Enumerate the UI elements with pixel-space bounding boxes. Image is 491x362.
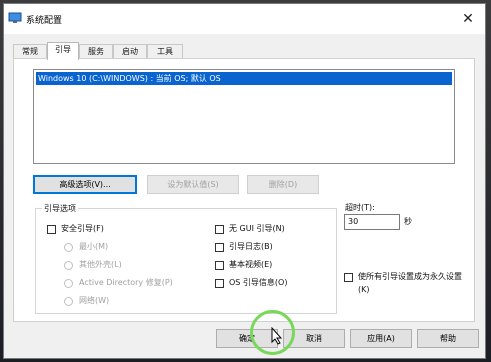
timeout-input[interactable]: 30 <box>344 214 400 230</box>
os-boot-info-checkbox[interactable] <box>215 279 224 288</box>
tab-tools[interactable]: 工具 <box>147 44 183 59</box>
set-default-button[interactable]: 设为默认值(S) <box>147 175 239 194</box>
make-permanent-checkbox[interactable] <box>344 273 353 282</box>
os-boot-info-label: OS 引导信息(O) <box>229 278 288 287</box>
system-configuration-window: 系统配置 ✕ 常规 引导 服务 启动 工具 Windows 10 (C:\WIN… <box>3 3 486 359</box>
network-radio[interactable] <box>64 297 73 306</box>
help-button[interactable]: 帮助 <box>417 329 479 348</box>
boot-log-checkbox[interactable] <box>215 243 224 252</box>
close-icon: ✕ <box>462 11 474 27</box>
boot-panel: Windows 10 (C:\WINDOWS) : 当前 OS; 默认 OS 高… <box>13 58 475 322</box>
boot-options-group: 引导选项 安全引导(F) 最小(M) 其他外壳(L) Active Direct… <box>35 203 337 314</box>
title-bar: 系统配置 ✕ <box>4 4 485 34</box>
tab-services[interactable]: 服务 <box>79 44 113 59</box>
apply-button[interactable]: 应用(A) <box>350 329 412 348</box>
safe-boot-checkbox[interactable] <box>47 225 56 234</box>
boot-log-label: 引导日志(B) <box>229 242 273 251</box>
os-entry[interactable]: Windows 10 (C:\WINDOWS) : 当前 OS; 默认 OS <box>36 72 452 85</box>
boot-os-list[interactable]: Windows 10 (C:\WINDOWS) : 当前 OS; 默认 OS <box>33 69 455 164</box>
timeout-label: 超时(T): <box>345 203 375 212</box>
alternate-shell-label: 其他外壳(L) <box>79 260 122 269</box>
timeout-unit: 秒 <box>404 217 412 226</box>
app-icon <box>8 12 22 23</box>
make-permanent-label: 使所有引导设置成为永久设置 <box>358 272 462 281</box>
minimal-label: 最小(M) <box>79 242 109 251</box>
network-label: 网络(W) <box>79 296 110 305</box>
safe-boot-label: 安全引导(F) <box>61 224 104 233</box>
ad-repair-radio[interactable] <box>64 279 73 288</box>
base-video-checkbox[interactable] <box>215 261 224 270</box>
advanced-options-button[interactable]: 高级选项(V)... <box>33 175 137 194</box>
no-gui-boot-label: 无 GUI 引导(N) <box>229 224 285 233</box>
make-permanent-shortcut: (K) <box>358 285 370 294</box>
alternate-shell-radio[interactable] <box>64 261 73 270</box>
delete-button[interactable]: 删除(D) <box>247 175 319 194</box>
window-title: 系统配置 <box>26 16 63 26</box>
tab-general[interactable]: 常规 <box>13 44 47 59</box>
tab-startup[interactable]: 启动 <box>113 44 147 59</box>
tab-boot[interactable]: 引导 <box>47 42 79 60</box>
mouse-pointer-icon <box>271 327 283 345</box>
ad-repair-label: Active Directory 修复(P) <box>79 278 173 287</box>
boot-options-title: 引导选项 <box>42 203 78 214</box>
base-video-label: 基本视频(E) <box>229 260 273 269</box>
no-gui-boot-checkbox[interactable] <box>215 225 224 234</box>
close-button[interactable]: ✕ <box>459 10 477 28</box>
minimal-radio[interactable] <box>64 243 73 252</box>
